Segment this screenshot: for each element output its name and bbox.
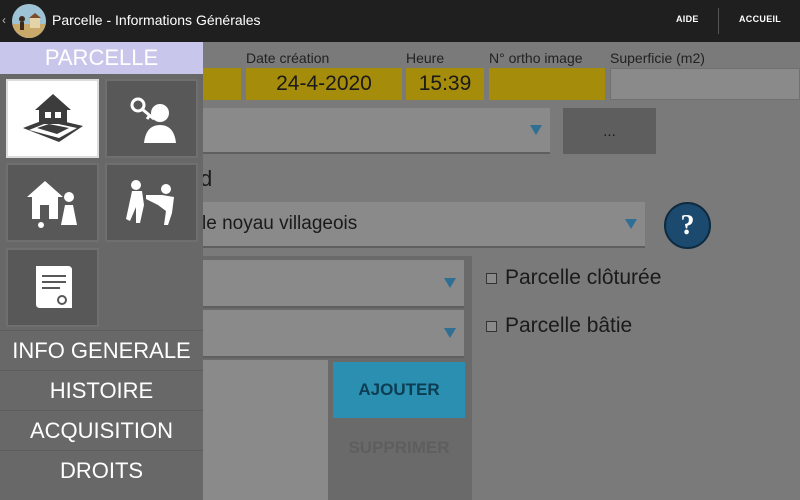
field-partial-left[interactable]	[200, 68, 241, 100]
house-family-icon	[26, 180, 77, 228]
menu-acquisition[interactable]: ACQUISITION	[0, 410, 203, 450]
house-parcel-icon	[22, 93, 83, 142]
dropdown-arrow-icon	[444, 328, 456, 338]
dropdown-arrow-icon	[625, 219, 637, 229]
checkbox-parcelle-cloturee[interactable]: Parcelle clôturée	[486, 266, 661, 290]
question-mark-icon: ?	[680, 209, 695, 241]
accueil-button[interactable]: ACCUEIL	[739, 14, 781, 24]
tile-conflit[interactable]	[105, 163, 198, 242]
back-chevron-icon[interactable]: ‹	[2, 13, 6, 27]
app-title: Parcelle - Informations Générales	[52, 12, 261, 28]
dropdown-arrow-icon	[530, 125, 542, 135]
spinner-2[interactable]	[200, 310, 464, 358]
checkbox-box-icon[interactable]	[486, 320, 497, 332]
ellipsis-button[interactable]: ...	[563, 108, 656, 154]
tile-parcelle[interactable]	[6, 79, 99, 158]
owner-key-icon	[130, 97, 176, 143]
label-date-creation: Date création	[246, 50, 330, 66]
spinner-1[interactable]	[200, 260, 464, 308]
checkbox-box-icon[interactable]	[486, 272, 497, 284]
tile-certificat[interactable]	[6, 248, 99, 327]
label-ortho-image: N° ortho image	[489, 50, 583, 66]
app-bar: ‹ Parcelle - Informations Générales AIDE…	[0, 0, 800, 42]
date-creation-field[interactable]: 24-4-2020	[246, 68, 402, 100]
zone-spinner-value: le noyau villageois	[202, 213, 358, 234]
dropdown-arrow-icon	[444, 278, 456, 288]
zone-spinner[interactable]: le noyau villageois	[200, 202, 645, 248]
navigation-drawer: PARCELLE INFO GENERALE HISTOIRE ACQUISIT…	[0, 42, 203, 500]
menu-droits[interactable]: DROITS	[0, 450, 203, 490]
tile-proprietaire[interactable]	[105, 79, 198, 158]
appbar-divider	[718, 8, 719, 34]
menu-histoire[interactable]: HISTOIRE	[0, 370, 203, 410]
conflict-icon	[125, 179, 174, 225]
help-button[interactable]: ?	[664, 202, 711, 249]
label-heure: Heure	[406, 50, 445, 66]
heure-field[interactable]: 15:39	[406, 68, 484, 100]
ajouter-button[interactable]: AJOUTER	[333, 362, 465, 418]
certificate-icon	[35, 265, 72, 308]
location-spinner[interactable]	[200, 108, 550, 154]
app-logo-icon[interactable]	[12, 4, 46, 38]
checkbox-parcelle-batie[interactable]: Parcelle bâtie	[486, 314, 632, 338]
label-superficie: Superficie (m2)	[610, 50, 705, 66]
list-area[interactable]	[200, 360, 328, 500]
superficie-field[interactable]	[610, 68, 800, 100]
aide-button[interactable]: AIDE	[676, 14, 699, 24]
checkbox-batie-label: Parcelle bâtie	[505, 314, 633, 337]
menu-info-generale[interactable]: INFO GENERALE	[0, 330, 203, 370]
ortho-image-field[interactable]	[489, 68, 605, 100]
supprimer-button[interactable]: SUPPRIMER	[333, 420, 465, 476]
checkbox-cloturee-label: Parcelle clôturée	[505, 266, 662, 289]
drawer-header: PARCELLE	[0, 42, 203, 74]
tile-famille[interactable]	[6, 163, 99, 242]
